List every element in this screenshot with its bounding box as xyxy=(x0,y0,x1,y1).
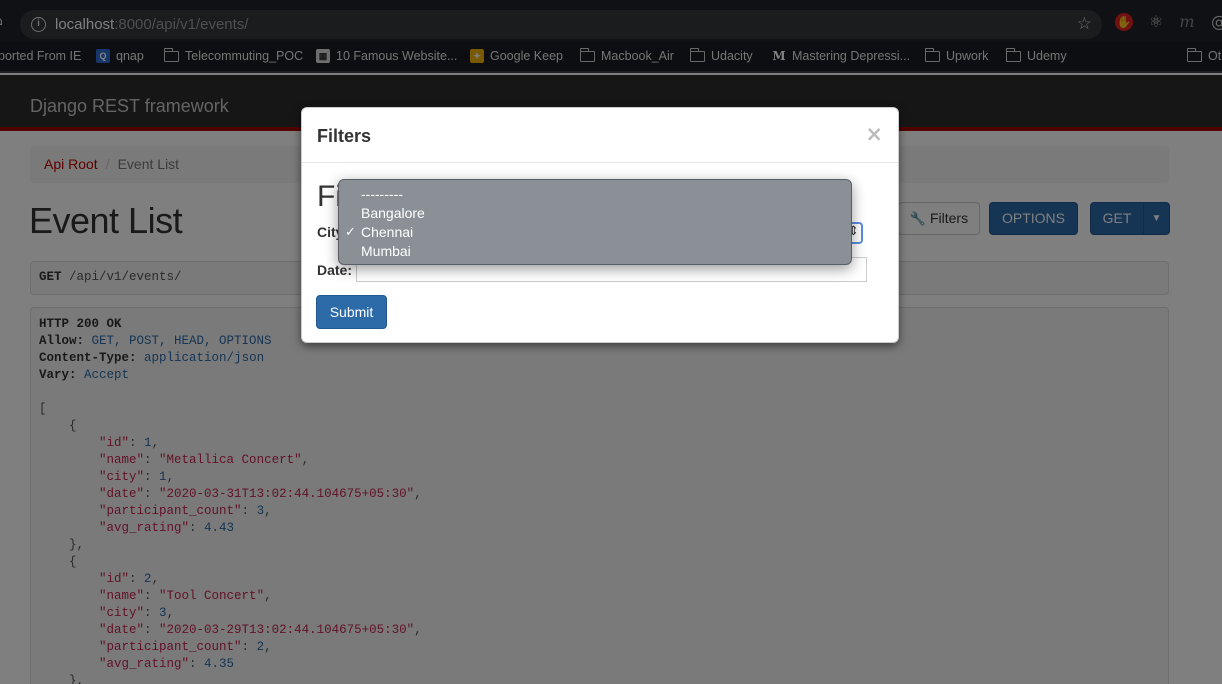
modal-header: Filters × xyxy=(302,108,898,163)
city-option[interactable]: Mumbai xyxy=(339,242,851,261)
close-icon[interactable]: × xyxy=(865,122,883,146)
option-label: Mumbai xyxy=(361,243,411,259)
city-dropdown-list: --------- Bangalore ✓ Chennai Mumbai xyxy=(338,179,852,265)
option-label: Chennai xyxy=(361,224,414,240)
option-label: Bangalore xyxy=(361,205,425,221)
city-option[interactable]: --------- xyxy=(339,185,851,204)
city-option[interactable]: Bangalore xyxy=(339,204,851,223)
city-option-selected[interactable]: ✓ Chennai xyxy=(339,223,851,242)
submit-button[interactable]: Submit xyxy=(316,295,387,329)
modal-title: Filters xyxy=(317,126,372,146)
checkmark-icon: ✓ xyxy=(345,225,356,240)
option-label: --------- xyxy=(361,186,403,202)
